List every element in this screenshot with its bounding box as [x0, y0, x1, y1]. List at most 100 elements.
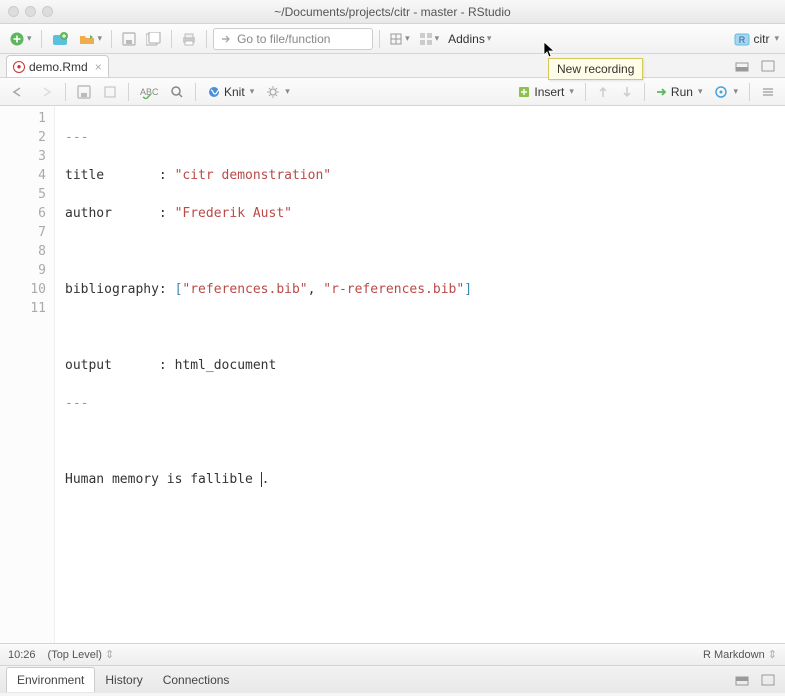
- separator: [128, 83, 129, 101]
- minimize-pane-icon: [735, 674, 749, 686]
- open-file-button[interactable]: ▾: [75, 28, 106, 50]
- goto-arrow-icon: [220, 33, 232, 45]
- rmarkdown-file-icon: ●: [13, 61, 25, 73]
- insert-chunk-icon: [517, 85, 531, 99]
- save-all-button[interactable]: [143, 28, 165, 50]
- addins-menu[interactable]: Addins ▾: [445, 28, 494, 50]
- chevron-down-icon: ▾: [250, 86, 255, 97]
- tools-button[interactable]: ▾: [386, 28, 413, 50]
- chevron-down-icon: ▾: [698, 86, 703, 97]
- separator: [379, 30, 380, 48]
- svg-text:R: R: [739, 35, 746, 45]
- close-window[interactable]: [8, 6, 19, 17]
- show-outline-button[interactable]: [99, 82, 121, 102]
- chevron-down-icon: ▾: [27, 33, 32, 44]
- separator: [206, 30, 207, 48]
- project-name: citr: [753, 32, 769, 46]
- chevron-down-icon: ▾: [733, 86, 738, 97]
- knit-options-button[interactable]: ▾: [262, 82, 294, 102]
- separator: [644, 83, 645, 101]
- outline-toggle-icon: [761, 86, 775, 98]
- tab-connections[interactable]: Connections: [153, 668, 240, 692]
- project-menu[interactable]: R citr ▾: [734, 32, 779, 46]
- minimize-window[interactable]: [25, 6, 36, 17]
- separator: [749, 83, 750, 101]
- separator: [111, 30, 112, 48]
- goto-file-input[interactable]: Go to file/function: [213, 28, 373, 50]
- back-icon: [10, 86, 26, 98]
- save-doc-button[interactable]: [73, 82, 95, 102]
- document-tabbar: ● demo.Rmd ×: [0, 54, 785, 78]
- outline-toggle-button[interactable]: [757, 82, 779, 102]
- go-prev-chunk-button[interactable]: [593, 82, 613, 102]
- maximize-pane-icon: [761, 674, 775, 686]
- addins-label: Addins: [448, 32, 485, 46]
- tab-filename: demo.Rmd: [29, 60, 88, 74]
- knit-icon: [207, 85, 221, 99]
- find-button[interactable]: [166, 82, 188, 102]
- main-toolbar: ▾ ▾ Go to file/function ▾ ▾ Addins ▾ R c…: [0, 24, 785, 54]
- doc-mode[interactable]: R Markdown ⇕: [703, 648, 777, 661]
- forward-button[interactable]: [34, 82, 58, 102]
- scope-selector[interactable]: (Top Level) ⇕: [48, 648, 115, 661]
- close-tab-button[interactable]: ×: [95, 60, 102, 74]
- chevron-down-icon: ▾: [569, 86, 574, 97]
- arrow-down-icon: [621, 85, 633, 99]
- save-all-icon: [146, 32, 162, 46]
- minimize-pane-icon: [735, 60, 749, 72]
- zoom-window[interactable]: [42, 6, 53, 17]
- chevron-down-icon: ▾: [285, 86, 290, 97]
- separator: [41, 30, 42, 48]
- insert-button[interactable]: Insert ▾: [513, 82, 578, 102]
- gear-icon: [266, 85, 280, 99]
- code-editor[interactable]: 1 2 3 4 5 6 7 8 9 10 11 --- title : "cit…: [0, 106, 785, 643]
- folder-open-icon: [78, 31, 96, 47]
- new-project-button[interactable]: [48, 28, 72, 50]
- go-next-chunk-button[interactable]: [617, 82, 637, 102]
- save-icon: [122, 32, 136, 46]
- knit-label: Knit: [224, 85, 245, 99]
- window-controls[interactable]: [8, 6, 53, 17]
- spellcheck-icon: ABC: [140, 85, 158, 99]
- knit-button[interactable]: Knit ▾: [203, 82, 258, 102]
- new-project-icon: [51, 31, 69, 47]
- spellcheck-button[interactable]: ABC: [136, 82, 162, 102]
- run-label: Run: [671, 85, 693, 99]
- grid-view-button[interactable]: ▾: [416, 28, 443, 50]
- chevron-down-icon: ▾: [774, 33, 779, 44]
- window-title: ~/Documents/projects/citr - master - RSt…: [0, 5, 785, 19]
- minimize-pane-button[interactable]: [731, 55, 753, 77]
- tab-history[interactable]: History: [95, 668, 152, 692]
- grid-icon: [419, 32, 433, 46]
- goto-placeholder: Go to file/function: [237, 32, 330, 46]
- maximize-bottom-pane-button[interactable]: [757, 669, 779, 691]
- search-icon: [170, 85, 184, 99]
- code-content[interactable]: --- title : "citr demonstration" author …: [55, 106, 472, 643]
- tools-icon: [389, 32, 403, 46]
- insert-label: Insert: [534, 85, 564, 99]
- tab-demo-rmd[interactable]: ● demo.Rmd ×: [6, 55, 109, 77]
- tooltip-new-recording: New recording: [548, 58, 643, 80]
- run-button[interactable]: Run ▾: [652, 82, 707, 102]
- publish-button[interactable]: ▾: [710, 82, 742, 102]
- new-file-icon: [9, 31, 25, 47]
- new-file-button[interactable]: ▾: [6, 28, 35, 50]
- print-button[interactable]: [178, 28, 200, 50]
- titlebar: ~/Documents/projects/citr - master - RSt…: [0, 0, 785, 24]
- tab-environment[interactable]: Environment: [6, 667, 95, 692]
- forward-icon: [38, 86, 54, 98]
- arrow-up-icon: [597, 85, 609, 99]
- chevron-down-icon: ▾: [98, 33, 103, 44]
- editor-toolbar: ABC Knit ▾ ▾ Insert ▾ Run ▾ ▾: [0, 78, 785, 106]
- project-icon: R: [734, 32, 750, 46]
- back-button[interactable]: [6, 82, 30, 102]
- chevron-down-icon: ▾: [435, 33, 440, 44]
- maximize-pane-icon: [761, 60, 775, 72]
- chevron-down-icon: ▾: [405, 33, 410, 44]
- chevron-down-icon: ▾: [487, 33, 492, 44]
- save-button[interactable]: [118, 28, 140, 50]
- publish-icon: [714, 85, 728, 99]
- minimize-bottom-pane-button[interactable]: [731, 669, 753, 691]
- outline-icon: [103, 85, 117, 99]
- maximize-pane-button[interactable]: [757, 55, 779, 77]
